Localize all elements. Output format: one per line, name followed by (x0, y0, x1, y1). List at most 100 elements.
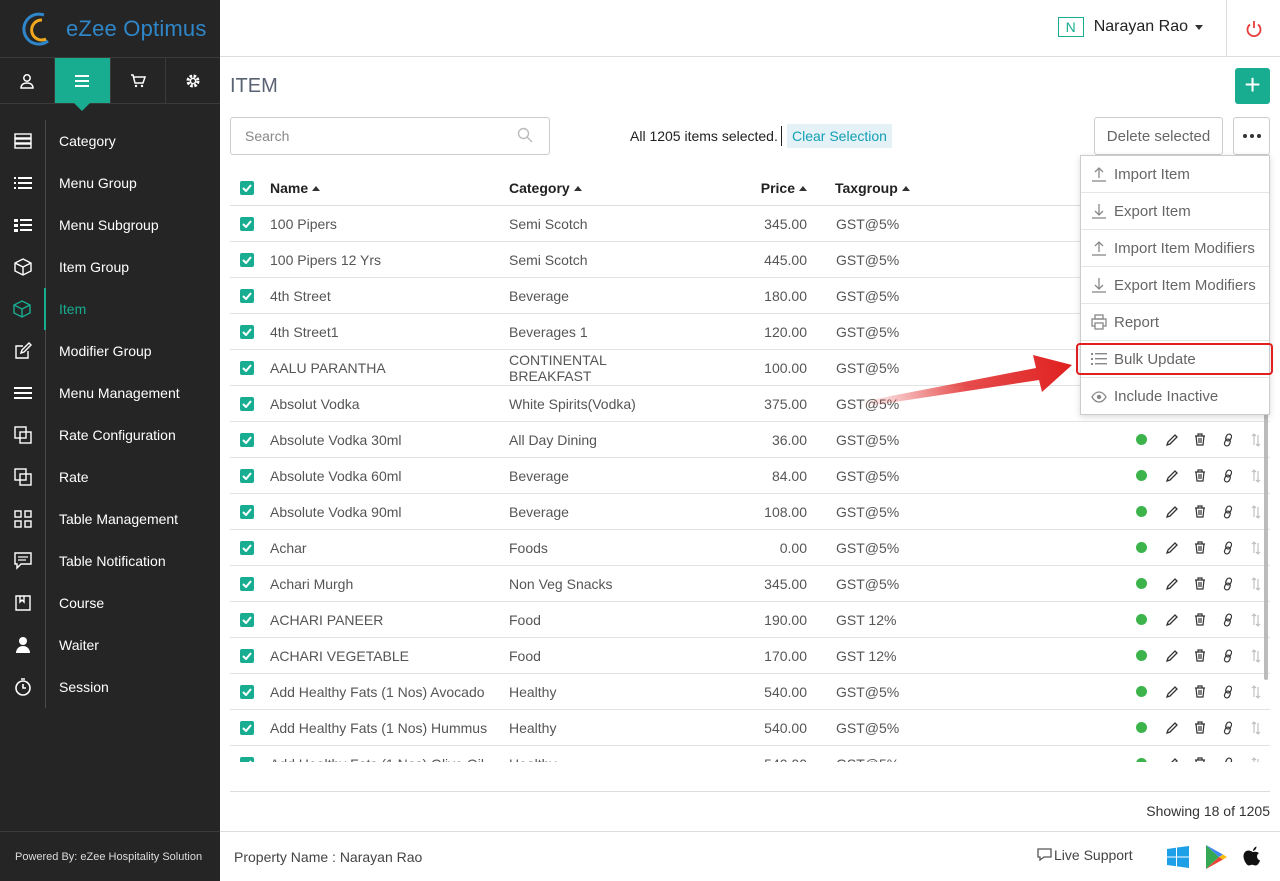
tab-cart[interactable] (111, 58, 166, 103)
edit-button[interactable] (1158, 433, 1186, 446)
edit-button[interactable] (1158, 613, 1186, 626)
edit-button[interactable] (1158, 469, 1186, 482)
table-row[interactable]: Add Healthy Fats (1 Nos) Hummus Healthy 54… (230, 710, 1270, 746)
sidebar-item-menu-subgroup[interactable]: Menu Subgroup (0, 204, 220, 246)
menu-item-export-item[interactable]: Export Item (1081, 193, 1269, 230)
edit-button[interactable] (1158, 685, 1186, 698)
menu-item-include-inactive[interactable]: Include Inactive (1081, 378, 1269, 415)
row-checkbox[interactable] (240, 288, 254, 303)
row-checkbox[interactable] (240, 684, 254, 699)
edit-button[interactable] (1158, 541, 1186, 554)
windows-icon[interactable] (1166, 845, 1190, 869)
sidebar-item-rate[interactable]: Rate (0, 456, 220, 498)
sidebar-item-table-management[interactable]: Table Management (0, 498, 220, 540)
link-button[interactable] (1214, 433, 1242, 447)
apple-icon[interactable] (1242, 845, 1264, 869)
delete-button[interactable] (1186, 577, 1214, 590)
link-button[interactable] (1214, 505, 1242, 519)
table-row[interactable]: Add Healthy Fats (1 Nos) Olive OilHealth… (230, 746, 1270, 762)
table-row[interactable]: ACHARI VEGETABLE Food 170.00 GST 12% (230, 638, 1270, 674)
row-checkbox[interactable] (240, 540, 254, 555)
row-checkbox[interactable] (240, 648, 254, 663)
table-row[interactable]: Achar Foods 0.00 GST@5% (230, 530, 1270, 566)
row-checkbox[interactable] (240, 612, 254, 627)
tab-user[interactable] (0, 58, 56, 103)
delete-button[interactable] (1186, 469, 1214, 482)
header-taxgroup[interactable]: Taxgroup (807, 180, 917, 196)
row-checkbox[interactable] (240, 396, 254, 411)
link-button[interactable] (1214, 613, 1242, 627)
header-category[interactable]: Category (509, 180, 659, 196)
table-row[interactable]: Absolute Vodka 30ml All Day Dining 36.00 GS… (230, 422, 1270, 458)
row-checkbox[interactable] (240, 216, 254, 231)
move-handle[interactable] (1242, 684, 1270, 699)
delete-button[interactable] (1186, 721, 1214, 734)
google-play-icon[interactable] (1204, 844, 1228, 870)
table-row[interactable]: ACHARI PANEER Food 190.00 GST 12% (230, 602, 1270, 638)
link-button[interactable] (1214, 541, 1242, 555)
sidebar-item-item[interactable]: Item (0, 288, 220, 330)
sidebar-item-course[interactable]: Course (0, 582, 220, 624)
delete-button[interactable] (1186, 541, 1214, 554)
menu-item-export-item-modifiers[interactable]: Export Item Modifiers (1081, 267, 1269, 304)
table-row[interactable]: Achari Murgh Non Veg Snacks 345.00 GST@5% (230, 566, 1270, 602)
sidebar-item-category[interactable]: Category (0, 120, 220, 162)
link-button[interactable] (1214, 577, 1242, 591)
edit-button[interactable] (1158, 757, 1186, 762)
add-item-button[interactable]: + (1235, 68, 1270, 104)
row-checkbox[interactable] (240, 252, 254, 267)
user-menu[interactable]: N Narayan Rao (1057, 17, 1203, 37)
link-button[interactable] (1214, 757, 1242, 762)
sidebar-item-rate-configuration[interactable]: Rate Configuration (0, 414, 220, 456)
delete-button[interactable] (1186, 757, 1214, 762)
header-name[interactable]: Name (254, 180, 509, 196)
row-checkbox[interactable] (240, 432, 254, 447)
row-checkbox[interactable] (240, 756, 254, 762)
table-row[interactable]: Absolute Vodka 60ml Beverage 84.00 GST@5% (230, 458, 1270, 494)
row-checkbox[interactable] (240, 324, 254, 339)
more-options-button[interactable] (1233, 117, 1270, 155)
table-scrollbar[interactable] (1264, 370, 1268, 680)
tab-menu[interactable] (55, 58, 111, 111)
row-checkbox[interactable] (240, 468, 254, 483)
sidebar-item-session[interactable]: Session (0, 666, 220, 708)
move-handle[interactable] (1242, 720, 1270, 735)
sidebar-item-menu-group[interactable]: Menu Group (0, 162, 220, 204)
header-price[interactable]: Price (659, 180, 807, 196)
tab-settings[interactable] (166, 58, 220, 103)
row-checkbox[interactable] (240, 504, 254, 519)
edit-button[interactable] (1158, 721, 1186, 734)
app-logo[interactable]: eZee Optimus (0, 0, 220, 57)
delete-button[interactable] (1186, 505, 1214, 518)
menu-item-import-item-modifiers[interactable]: Import Item Modifiers (1081, 230, 1269, 267)
sidebar-item-waiter[interactable]: Waiter (0, 624, 220, 666)
link-button[interactable] (1214, 649, 1242, 663)
delete-button[interactable] (1186, 649, 1214, 662)
edit-button[interactable] (1158, 505, 1186, 518)
search-input[interactable] (230, 117, 550, 155)
edit-button[interactable] (1158, 577, 1186, 590)
select-all-checkbox[interactable] (240, 180, 254, 195)
row-checkbox[interactable] (240, 576, 254, 591)
sidebar-item-table-notification[interactable]: Table Notification (0, 540, 220, 582)
menu-item-import-item[interactable]: Import Item (1081, 156, 1269, 193)
link-button[interactable] (1214, 721, 1242, 735)
sidebar-item-item-group[interactable]: Item Group (0, 246, 220, 288)
link-button[interactable] (1214, 469, 1242, 483)
live-support-link[interactable]: Live Support (1036, 847, 1133, 863)
logout-button[interactable] (1226, 0, 1280, 57)
row-checkbox[interactable] (240, 360, 254, 375)
delete-button[interactable] (1186, 685, 1214, 698)
sidebar-item-menu-management[interactable]: Menu Management (0, 372, 220, 414)
delete-button[interactable] (1186, 613, 1214, 626)
row-checkbox[interactable] (240, 720, 254, 735)
delete-button[interactable] (1186, 433, 1214, 446)
move-handle[interactable] (1242, 756, 1270, 762)
link-button[interactable] (1214, 685, 1242, 699)
menu-item-report[interactable]: Report (1081, 304, 1269, 341)
edit-button[interactable] (1158, 649, 1186, 662)
clear-selection-link[interactable]: Clear Selection (787, 124, 892, 148)
delete-selected-button[interactable]: Delete selected (1094, 117, 1223, 155)
table-row[interactable]: Absolute Vodka 90ml Beverage 108.00 GST@5% (230, 494, 1270, 530)
sidebar-item-modifier-group[interactable]: Modifier Group (0, 330, 220, 372)
